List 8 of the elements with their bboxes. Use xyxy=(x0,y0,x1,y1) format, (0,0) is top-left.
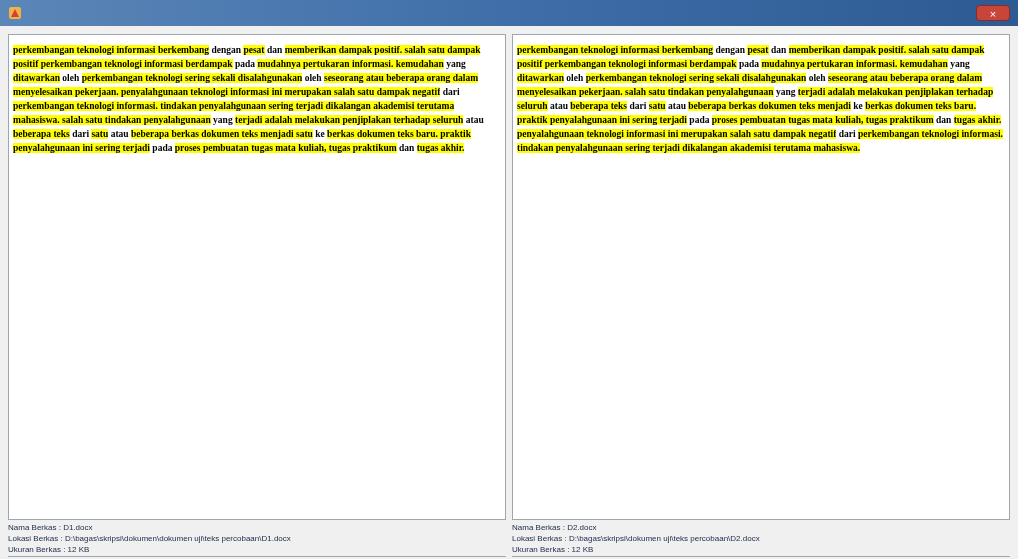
file-location: Lokasi Berkas : D:\bagas\skripsi\dokumen uji\teks percobaan\D2.docx xyxy=(512,533,761,544)
file-size: Ukuran Berkas : 12 KB xyxy=(8,544,91,555)
file-name: Nama Berkas : D1.docx xyxy=(8,522,94,533)
file-name: Nama Berkas : D2.docx xyxy=(512,522,598,533)
app-icon xyxy=(8,6,22,20)
close-button[interactable]: × xyxy=(976,5,1010,21)
file-location: Lokasi Berkas : D:\bagas\skripsi\dokumen\dokumen uji\teks percobaan\D1.docx xyxy=(8,533,292,544)
file-size: Ukuran Berkas : 12 KB xyxy=(512,544,595,555)
